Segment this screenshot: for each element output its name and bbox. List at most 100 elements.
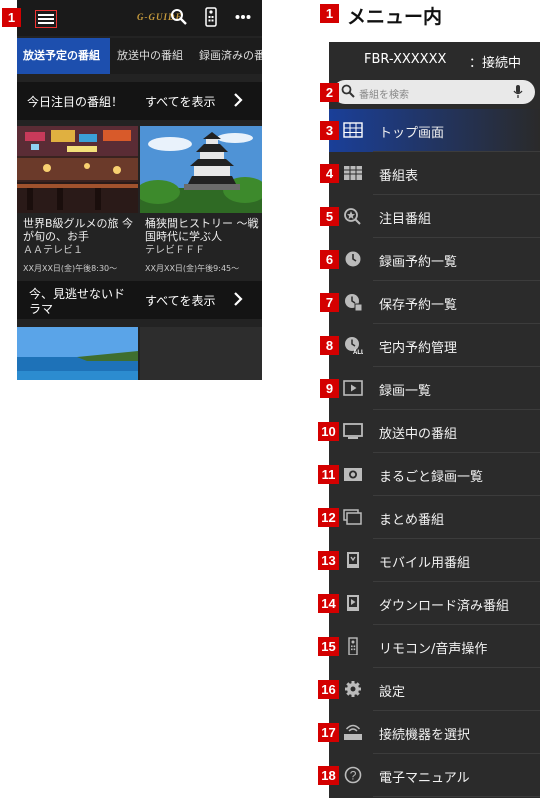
menu-item-label: 放送中の番組 <box>379 427 458 442</box>
search-placeholder: 番組を検索 <box>359 90 409 101</box>
callout-badge: 15 <box>318 637 339 656</box>
section-header-featured[interactable]: 今日注目の番組！ すべてを表示 <box>17 82 262 120</box>
callout-badge: 16 <box>318 680 339 699</box>
menu-item[interactable]: モバイル用番組 <box>329 539 540 582</box>
section-header-drama[interactable]: 今、見逃せないドラマ すべてを表示 <box>17 281 262 319</box>
show-all-link[interactable]: すべてを表示 <box>145 93 215 110</box>
menu-item-label: リモコン/音声操作 <box>379 642 488 657</box>
callout-badge: 12 <box>318 508 339 527</box>
menu-item[interactable]: 設定 <box>329 668 540 711</box>
phone-screen: G-GUIDE 放送予定の番組 放送中の番組 録画済みの番組 今日注目の番組！ … <box>17 0 262 380</box>
menu-item[interactable]: ? 電子マニュアル <box>329 754 540 797</box>
menu-item[interactable]: リモコン/音声操作 <box>329 625 540 668</box>
program-channel: テレビＦＦＦ <box>145 245 205 256</box>
remote-icon <box>348 637 358 655</box>
clock-save-icon <box>345 294 363 311</box>
menu-item[interactable]: 接続機器を選択 <box>329 711 540 754</box>
menu-item[interactable]: まとめ番組 <box>329 496 540 539</box>
callout-badge: 1 <box>320 4 339 23</box>
menu-item-label: 注目番組 <box>379 212 432 227</box>
callout-badge: 14 <box>318 594 339 613</box>
camera-icon <box>344 468 362 481</box>
menu-item-label: ダウンロード済み番組 <box>379 599 510 614</box>
callout-badge: 3 <box>320 121 339 140</box>
connection-status: ：接続中 <box>469 56 522 71</box>
empty-card-slot <box>140 327 262 380</box>
svg-text:?: ? <box>350 769 357 783</box>
program-time: XX月XX日(金)午後9:45～ <box>145 264 240 273</box>
menu-item[interactable]: 録画予約一覧 <box>329 238 540 281</box>
program-title: 桶狭間ヒストリー ～戦国時代に学ぶ人 <box>145 217 259 243</box>
section-title: 今、見逃せないドラマ <box>29 287 126 316</box>
clock-all-icon: ALL <box>345 337 363 354</box>
callout-badge: 17 <box>318 723 339 742</box>
play-icon <box>343 380 363 396</box>
tv-icon <box>343 423 363 439</box>
menu-item[interactable]: 録画一覧 <box>329 367 540 410</box>
clock-icon <box>345 251 361 267</box>
menu-item[interactable]: ALL 宅内予約管理 <box>329 324 540 367</box>
gear-icon <box>345 681 361 697</box>
show-all-link[interactable]: すべてを表示 <box>145 292 215 309</box>
menu-item[interactable]: まるごと録画一覧 <box>329 453 540 496</box>
program-thumbnail-castle[interactable] <box>140 126 262 213</box>
callout-badge: 1 <box>2 8 21 27</box>
callout-badge: 7 <box>320 293 339 312</box>
program-thumbnail-coast[interactable] <box>17 327 138 380</box>
menu-item[interactable]: ダウンロード済み番組 <box>329 582 540 625</box>
menu-item-label: 番組表 <box>379 169 419 184</box>
program-card[interactable]: 桶狭間ヒストリー ～戦国時代に学ぶ人 テレビＦＦＦ XX月XX日(金)午後9:4… <box>145 217 259 275</box>
navigation-drawer: FBR-XXXXXX ：接続中 番組を検索 トップ画面番組表注目番組録画予約一覧… <box>329 42 540 798</box>
download-icon <box>347 595 359 611</box>
program-thumbnail-restaurant[interactable] <box>17 126 138 213</box>
callout-badge: 5 <box>320 207 339 226</box>
microphone-icon[interactable] <box>513 84 523 99</box>
stack-icon <box>343 509 362 525</box>
menu-item-label: まとめ番組 <box>379 513 445 528</box>
hamburger-menu-icon[interactable] <box>35 10 57 28</box>
connection-header: FBR-XXXXXX ：接続中 <box>329 42 540 77</box>
app-toolbar: G-GUIDE <box>17 0 262 36</box>
more-options-icon[interactable] <box>235 14 251 20</box>
callout-badge: 8 <box>320 336 339 355</box>
tab-scheduled[interactable]: 放送予定の番組 <box>17 38 110 74</box>
search-icon[interactable] <box>170 8 188 26</box>
program-channel: ＡＡテレビ１ <box>23 245 83 256</box>
menu-item-label: 録画予約一覧 <box>379 255 458 270</box>
menu-item-label: トップ画面 <box>379 126 445 141</box>
menu-item-label: 接続機器を選択 <box>379 728 471 743</box>
callout-badge: 6 <box>320 250 339 269</box>
menu-item-label: まるごと録画一覧 <box>379 470 484 485</box>
menu-item-label: 電子マニュアル <box>379 771 470 786</box>
menu-section-title: メニュー内 <box>347 6 443 28</box>
remote-icon[interactable] <box>205 7 217 27</box>
program-card[interactable]: 世界B級グルメの旅 今が旬の、お手 ＡＡテレビ１ XX月XX日(金)午後8:30… <box>23 217 137 275</box>
callout-badge: 10 <box>318 422 339 441</box>
search-field[interactable]: 番組を検索 <box>333 80 535 104</box>
tab-recorded[interactable]: 録画済みの番組 <box>193 38 262 74</box>
callout-badge: 18 <box>318 766 339 785</box>
spotlight-icon <box>344 208 361 225</box>
menu-item[interactable]: トップ画面 <box>329 109 540 152</box>
callout-badge: 11 <box>318 465 339 484</box>
program-title: 世界B級グルメの旅 今が旬の、お手 <box>23 217 134 243</box>
menu-item[interactable]: 番組表 <box>329 152 540 195</box>
section-title: 今日注目の番組！ <box>27 95 124 109</box>
callout-badge: 2 <box>320 83 339 102</box>
router-icon <box>344 724 362 740</box>
chevron-right-icon <box>234 292 243 306</box>
menu-item-label: 設定 <box>379 685 406 700</box>
menu-item[interactable]: 保存予約一覧 <box>329 281 540 324</box>
callout-badge: 9 <box>320 379 339 398</box>
tab-on-air[interactable]: 放送中の番組 <box>111 38 192 74</box>
table-icon <box>344 166 362 180</box>
grid-icon <box>343 122 363 138</box>
menu-item-label: 宅内予約管理 <box>379 341 458 356</box>
svg-text:ALL: ALL <box>353 350 363 354</box>
callout-badge: 4 <box>320 164 339 183</box>
menu-item[interactable]: 放送中の番組 <box>329 410 540 453</box>
menu-item[interactable]: 注目番組 <box>329 195 540 238</box>
help-icon: ? <box>344 766 362 784</box>
program-tabs: 放送予定の番組 放送中の番組 録画済みの番組 <box>17 38 262 74</box>
program-time: XX月XX日(金)午後8:30～ <box>23 264 118 273</box>
